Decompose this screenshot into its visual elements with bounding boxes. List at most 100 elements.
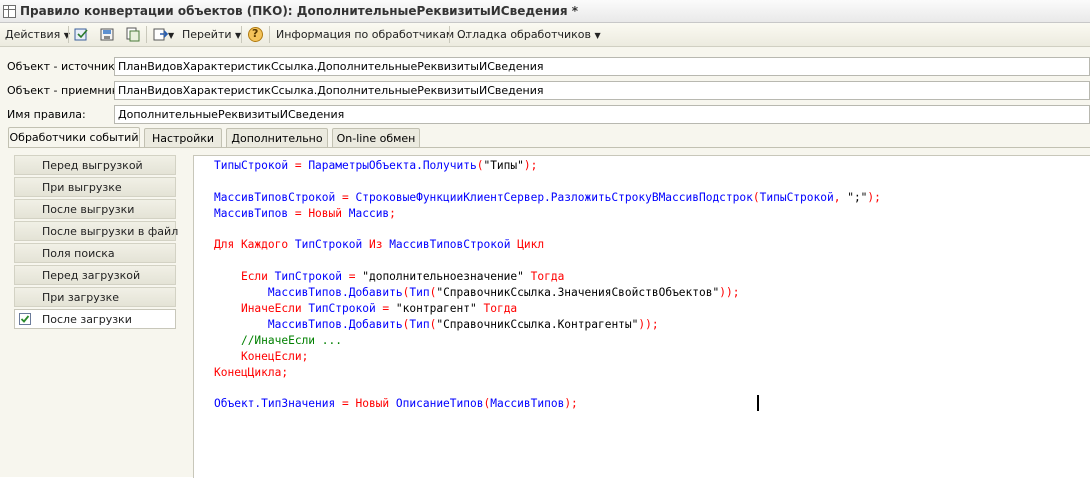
code-token: ";" xyxy=(847,190,868,204)
handler-search-fields[interactable]: Поля поиска xyxy=(14,243,176,263)
code-token: "контрагент" xyxy=(395,302,477,316)
code-token: Если xyxy=(240,270,268,284)
toolbar-separator xyxy=(146,26,147,43)
form-icon xyxy=(3,5,16,18)
code-token: ТипыСтрокой xyxy=(214,159,289,172)
code-token: Тип xyxy=(409,317,430,331)
toolbar-separator xyxy=(68,26,69,43)
code-token: ТипСтрокой xyxy=(294,238,363,252)
write-button[interactable] xyxy=(99,26,116,43)
copy-button[interactable] xyxy=(124,26,141,43)
help-button[interactable]: ? xyxy=(247,26,264,43)
code-token: МассивТиповСтрокой xyxy=(389,238,511,252)
code-token: ОписаниеТипов xyxy=(395,397,484,411)
code-token: "дополнительноезначение" xyxy=(362,270,524,284)
code-token: = xyxy=(375,302,396,316)
actions-menu[interactable]: Действия ▼ xyxy=(5,28,70,41)
goto-icon xyxy=(153,28,169,41)
code-token: Новый xyxy=(355,397,390,411)
code-line: Если ТипСтрокой = "дополнительноезначени… xyxy=(214,269,881,285)
rule-name-label: Имя правила: xyxy=(7,108,86,121)
handler-after-import[interactable]: После загрузки xyxy=(14,309,176,329)
code-token: = xyxy=(335,190,356,204)
goto-arrow[interactable]: ▼ xyxy=(168,28,174,41)
code-token: Объект.ТипЗначения xyxy=(214,397,336,411)
code-token: Для Каждого xyxy=(214,238,289,252)
title-bar: Правило конвертации объектов (ПКО): Допо… xyxy=(0,0,1090,23)
handler-after-export[interactable]: После выгрузки xyxy=(14,199,176,219)
save-close-button[interactable] xyxy=(73,26,90,43)
code-line: Объект.ТипЗначения = Новый ОписаниеТипов… xyxy=(214,396,881,412)
text-cursor xyxy=(757,395,759,411)
toolbar-separator xyxy=(241,26,242,43)
tab-online-exchange[interactable]: On-line обмен xyxy=(332,128,420,147)
tab-event-handlers[interactable]: Обработчики событий xyxy=(8,127,140,148)
goto-icon-button[interactable] xyxy=(152,26,169,43)
handler-before-export[interactable]: Перед выгрузкой xyxy=(14,155,176,175)
dropdown-arrow-icon: ▼ xyxy=(594,31,601,40)
code-editor[interactable]: ТипыСтрокой = ПараметрыОбъекта.Получить (… xyxy=(193,155,1090,478)
code-token: Новый xyxy=(308,206,342,220)
tab-additional[interactable]: Дополнительно xyxy=(226,128,328,147)
code-token: ; xyxy=(281,365,289,379)
copy-icon xyxy=(126,27,140,42)
code-line: КонецЕсли; xyxy=(214,349,881,365)
code-token: "СправочникСсылка.ЗначенияСвойствОбъекто… xyxy=(436,286,720,300)
help-glyph: ? xyxy=(252,27,259,40)
source-label: Объект - источник: xyxy=(7,60,119,73)
goto-label: Перейти xyxy=(182,28,232,41)
code-token: Тогда xyxy=(483,302,518,316)
tab-settings[interactable]: Настройки xyxy=(144,128,222,147)
code-line: ТипыСтрокой = ПараметрыОбъекта.Получить(… xyxy=(214,158,881,174)
debug-handlers-menu[interactable]: Отладка обработчиков ▼ xyxy=(457,28,601,41)
code-token: ); xyxy=(867,190,881,204)
goto-menu[interactable]: Перейти ▼ xyxy=(182,28,241,41)
code-token: ); xyxy=(564,397,578,411)
code-token: = xyxy=(335,397,356,411)
code-token: ПараметрыОбъекта.Получить xyxy=(308,159,477,172)
code-token: ; xyxy=(301,349,309,363)
code-line: //ИначеЕсли ... xyxy=(214,333,881,349)
code-token: "СправочникСсылка.Контрагенты" xyxy=(436,317,639,331)
target-field[interactable]: ПланВидовХарактеристикСсылка.Дополнитель… xyxy=(114,81,1090,100)
code-token: = xyxy=(288,206,309,220)
code-token: Тип xyxy=(409,286,430,300)
rule-name-field[interactable]: ДополнительныеРеквизитыИСведения xyxy=(114,105,1090,124)
code-token: МассивТиповСтрокой xyxy=(214,190,336,204)
handler-on-export[interactable]: При выгрузке xyxy=(14,177,176,197)
window-title: Правило конвертации объектов (ПКО): Допо… xyxy=(20,4,579,18)
write-icon xyxy=(100,28,114,41)
code-token: Массив xyxy=(348,206,390,220)
source-field[interactable]: ПланВидовХарактеристикСсылка.Дополнитель… xyxy=(114,57,1090,76)
code-token: КонецЦикла xyxy=(214,365,282,379)
handler-before-import[interactable]: Перед загрузкой xyxy=(14,265,176,285)
code-token: ; xyxy=(389,206,396,220)
code-token: "Типы" xyxy=(483,159,524,172)
code-line: КонецЦикла; xyxy=(214,365,881,381)
handler-on-import[interactable]: При загрузке xyxy=(14,287,176,307)
save-close-icon xyxy=(74,28,88,41)
code-token: МассивТипов.Добавить xyxy=(267,317,403,331)
code-token: = xyxy=(288,159,309,172)
code-token: = xyxy=(342,270,363,284)
handler-after-export-to-file[interactable]: После выгрузки в файл xyxy=(14,221,178,241)
code-token: МассивТипов xyxy=(490,397,565,411)
code-line: МассивТипов.Добавить(Тип("СправочникСсыл… xyxy=(214,317,881,333)
code-token: Из xyxy=(368,238,383,252)
checkbox-checked-icon xyxy=(19,313,31,325)
handlers-info-button[interactable]: Информация по обработчикам ... xyxy=(276,28,468,41)
